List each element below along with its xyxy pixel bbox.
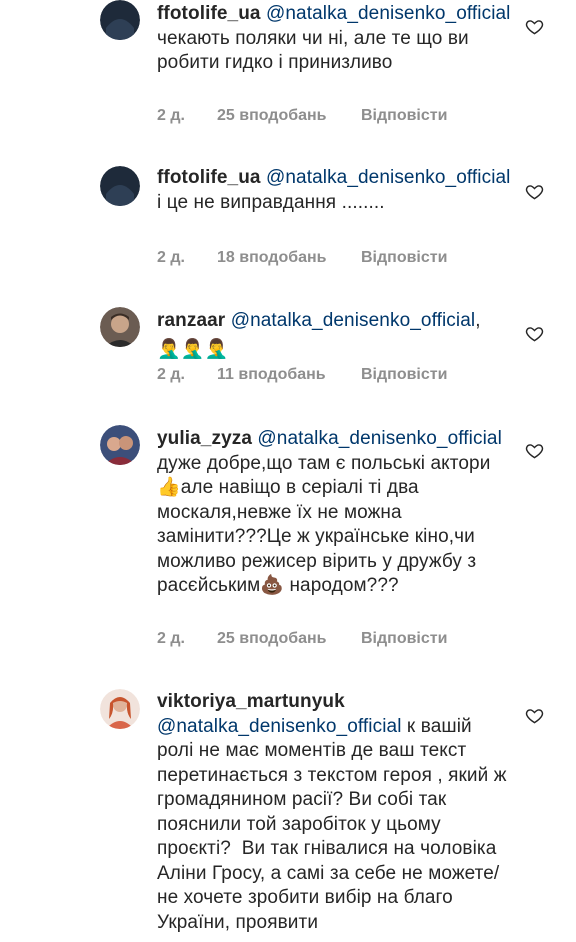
mention-link[interactable]: @natalka_denisenko_official: [257, 428, 502, 449]
heart-outline-icon[interactable]: [525, 441, 544, 460]
heart-outline-icon[interactable]: [525, 182, 544, 201]
comment-age: 2 д.: [157, 630, 185, 647]
comment-body: yulia_zyza @natalka_denisenko_official д…: [157, 427, 512, 599]
comment-body: viktoriya_martunyuk @natalka_denisenko_o…: [157, 690, 512, 935]
mention-link[interactable]: @natalka_denisenko_official: [157, 716, 402, 737]
comment-body: ranzaar @natalka_denisenko_official, 🤦‍♂…: [157, 309, 512, 362]
mention-link[interactable]: @natalka_denisenko_official: [266, 3, 511, 24]
reply-button[interactable]: Відповісти: [361, 630, 447, 648]
username[interactable]: ffotolife_ua: [157, 3, 261, 24]
avatar[interactable]: [100, 689, 140, 729]
comment-text: к вашій ролі не має моментів де ваш текс…: [157, 715, 512, 933]
heart-outline-icon[interactable]: [525, 324, 544, 343]
reply-button[interactable]: Відповісти: [361, 249, 447, 267]
comment-text: чекають поляки чи ні, але те що ви робит…: [157, 27, 475, 74]
username[interactable]: ffotolife_ua: [157, 167, 261, 188]
comment-body: ffotolife_ua @natalka_denisenko_official…: [157, 166, 512, 215]
comment-meta: 2 д. 25 вподобань Відповісти: [157, 630, 447, 648]
likes-count[interactable]: 25 вподобань: [217, 630, 361, 648]
username[interactable]: viktoriya_martunyuk: [157, 691, 345, 712]
comment-age: 2 д.: [157, 249, 185, 266]
mention-link[interactable]: @natalka_denisenko_official: [266, 167, 511, 188]
likes-count[interactable]: 18 вподобань: [217, 249, 361, 267]
facepalm-emoji: 🤦‍♂️🤦‍♂️🤦‍♂️: [157, 338, 229, 360]
username[interactable]: ranzaar: [157, 310, 225, 331]
heart-outline-icon[interactable]: [525, 706, 544, 725]
avatar[interactable]: [100, 425, 140, 465]
avatar[interactable]: [100, 0, 140, 40]
comment-body: ffotolife_ua @natalka_denisenko_official…: [157, 2, 512, 76]
comment-text: дуже добре,що там є польські актори👍але …: [157, 452, 491, 597]
reply-button[interactable]: Відповісти: [361, 366, 447, 384]
username[interactable]: yulia_zyza: [157, 428, 252, 449]
comment-text: ,: [475, 310, 481, 331]
comment-age: 2 д.: [157, 107, 185, 124]
comment-text: і це не виправдання ........: [157, 191, 385, 213]
reply-button[interactable]: Відповісти: [361, 107, 447, 125]
comment-meta: 2 д. 18 вподобань Відповісти: [157, 249, 447, 267]
comment-age: 2 д.: [157, 366, 185, 383]
avatar[interactable]: [100, 307, 140, 347]
mention-link[interactable]: @natalka_denisenko_official: [231, 310, 476, 331]
likes-count[interactable]: 11 вподобань: [217, 366, 361, 384]
heart-outline-icon[interactable]: [525, 17, 544, 36]
likes-count[interactable]: 25 вподобань: [217, 107, 361, 125]
comment-meta: 2 д. 11 вподобань Відповісти: [157, 366, 447, 384]
avatar[interactable]: [100, 166, 140, 206]
comment-meta: 2 д. 25 вподобань Відповісти: [157, 107, 447, 125]
